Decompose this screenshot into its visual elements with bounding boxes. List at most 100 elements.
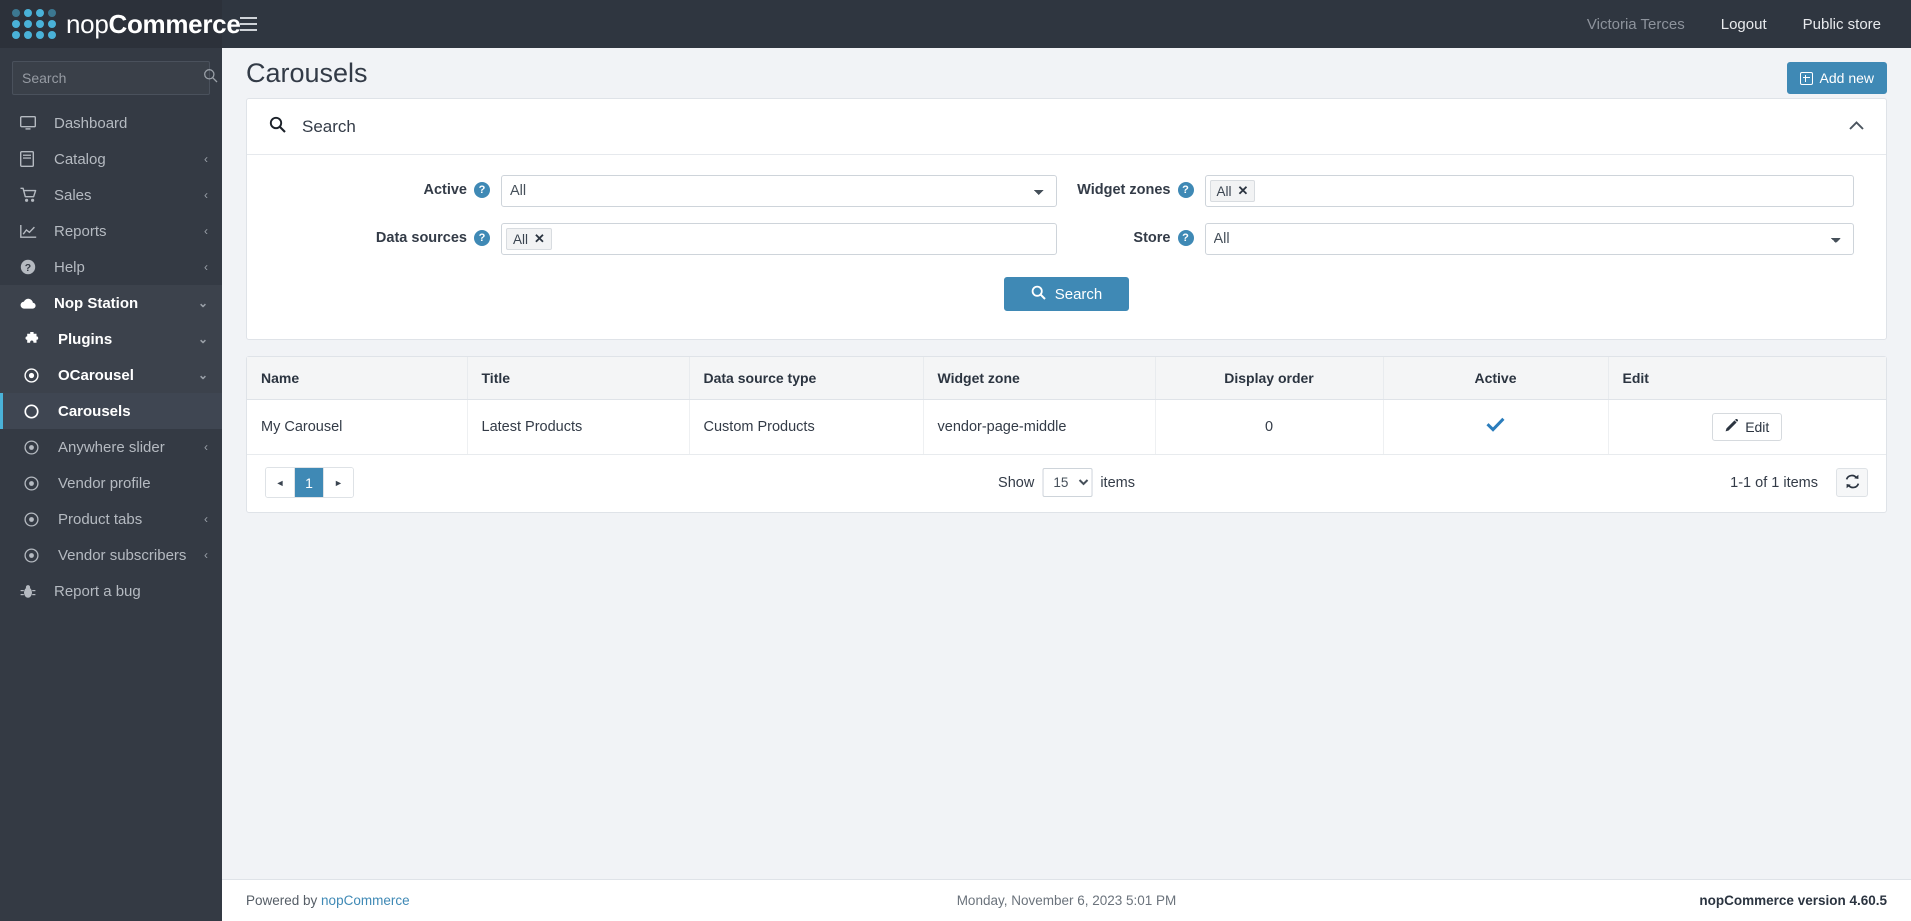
cell-title: Latest Products xyxy=(467,399,690,455)
token[interactable]: All ✕ xyxy=(1209,180,1256,202)
chevron-icon: ‹ xyxy=(204,260,208,274)
sidebar-item-label: Dashboard xyxy=(54,114,128,132)
nopcommerce-link[interactable]: nopCommerce xyxy=(321,893,410,908)
chevron-down-icon: ⌄ xyxy=(197,368,208,382)
search-panel-body: Active ? All Widget zones ? All ✕ Data s… xyxy=(247,155,1886,339)
public-store-link[interactable]: Public store xyxy=(1803,16,1881,33)
chevron-icon: ‹ xyxy=(204,440,208,454)
sidebar-item-reports[interactable]: Reports ‹ xyxy=(0,213,222,249)
cell-name: My Carousel xyxy=(247,399,468,455)
page-size-select[interactable]: 15 xyxy=(1042,468,1093,497)
sidebar-nav: Dashboard Catalog ‹ Sales ‹ Reports ‹ ? … xyxy=(0,105,222,609)
cell-active xyxy=(1383,399,1609,455)
col-display-order: Display order xyxy=(1155,357,1384,400)
chevron-down-icon: ⌄ xyxy=(197,296,208,310)
col-edit: Edit xyxy=(1608,357,1886,400)
search-icon xyxy=(203,68,218,88)
sidebar-search[interactable] xyxy=(12,61,218,95)
sidebar-item-label: Nop Station xyxy=(54,294,139,312)
circle-icon xyxy=(24,403,46,419)
sidebar-item-product-tabs[interactable]: Product tabs ‹ xyxy=(0,501,222,537)
sidebar-item-label: OCarousel xyxy=(58,366,134,384)
store-select[interactable]: All xyxy=(1204,223,1854,255)
sidebar-item-label: Vendor profile xyxy=(58,474,151,492)
content-area: Search Active ? All Widget zones ? All ✕… xyxy=(222,98,1911,513)
active-select[interactable]: All xyxy=(501,175,1057,207)
pencil-icon xyxy=(1725,418,1739,435)
sidebar-item-nop-station[interactable]: Nop Station ⌄ xyxy=(0,285,222,321)
check-icon xyxy=(1486,416,1505,437)
sidebar-item-anywhere-slider[interactable]: Anywhere slider ‹ xyxy=(0,429,222,465)
sidebar-item-carousels[interactable]: Carousels xyxy=(0,393,222,429)
sidebar-item-vendor-profile[interactable]: Vendor profile xyxy=(0,465,222,501)
help-icon[interactable]: ? xyxy=(1177,182,1194,198)
pagination-next[interactable]: ► xyxy=(324,468,353,497)
search-icon xyxy=(1031,285,1046,304)
edit-button[interactable]: Edit xyxy=(1712,413,1783,441)
filter-row-1: Active ? All Widget zones ? All ✕ xyxy=(269,175,1864,223)
filter-store: Store ? All xyxy=(1067,223,1865,271)
radio-dot-icon xyxy=(24,511,46,527)
pagination-page-1[interactable]: 1 xyxy=(295,468,324,497)
sidebar-item-sales[interactable]: Sales ‹ xyxy=(0,177,222,213)
table-body: My Carousel Latest Products Custom Produ… xyxy=(247,399,1886,455)
carousels-grid-card: Name Title Data source type Widget zone … xyxy=(246,356,1887,513)
footer-version: nopCommerce version 4.60.5 xyxy=(1699,893,1887,908)
sidebar-item-help[interactable]: ? Help ‹ xyxy=(0,249,222,285)
radio-dot-icon xyxy=(24,475,46,491)
brand-logo[interactable]: nopCommerce xyxy=(0,0,241,48)
brand-name-light: nop xyxy=(66,9,109,39)
help-icon[interactable]: ? xyxy=(1177,230,1194,246)
logout-link[interactable]: Logout xyxy=(1721,16,1767,33)
page-title: Carousels xyxy=(246,57,368,88)
help-icon[interactable]: ? xyxy=(474,230,490,246)
question-circle-icon: ? xyxy=(20,259,42,275)
refresh-button[interactable] xyxy=(1836,468,1868,497)
help-icon[interactable]: ? xyxy=(474,182,490,198)
token[interactable]: All ✕ xyxy=(506,228,552,250)
search-panel: Search Active ? All Widget zones ? All ✕… xyxy=(246,98,1887,340)
sidebar-item-catalog[interactable]: Catalog ‹ xyxy=(0,141,222,177)
footer-powered-by: Powered by nopCommerce xyxy=(246,893,410,908)
pagination: ◄ 1 ► xyxy=(265,467,354,498)
filter-widget-zones-control: All ✕ xyxy=(1204,175,1854,207)
filter-widget-zones-label: Widget zones ? xyxy=(1067,175,1205,198)
sidebar-item-plugins[interactable]: Plugins ⌄ xyxy=(0,321,222,357)
filter-data-sources: Data sources ? All ✕ xyxy=(269,223,1067,271)
cell-widget-zone: vendor-page-middle xyxy=(923,399,1156,455)
table-head: Name Title Data source type Widget zone … xyxy=(247,357,1886,400)
chevron-icon: ‹ xyxy=(204,224,208,238)
remove-token-icon[interactable]: ✕ xyxy=(1238,183,1249,199)
chevron-up-icon[interactable] xyxy=(1849,117,1864,135)
sidebar-item-label: Anywhere slider xyxy=(58,438,165,456)
search-panel-header[interactable]: Search xyxy=(247,99,1886,155)
items-label: items xyxy=(1100,474,1135,491)
hamburger-icon[interactable] xyxy=(222,0,274,48)
sidebar-item-report-a-bug[interactable]: Report a bug xyxy=(0,573,222,609)
chevron-icon: ‹ xyxy=(204,512,208,526)
search-button[interactable]: Search xyxy=(1003,277,1130,311)
add-new-button[interactable]: Add new xyxy=(1786,62,1887,94)
widget-zones-tokenbox[interactable]: All ✕ xyxy=(1204,175,1854,207)
page-header: Carousels Add new xyxy=(222,48,1911,98)
cloud-icon xyxy=(20,297,42,310)
top-bar: nopCommerce Victoria Terces Logout Publi… xyxy=(0,0,1911,48)
sidebar-item-dashboard[interactable]: Dashboard xyxy=(0,105,222,141)
sidebar-item-ocarousel[interactable]: OCarousel ⌄ xyxy=(0,357,222,393)
radio-dot-icon xyxy=(24,547,46,563)
sidebar-item-label: Report a bug xyxy=(54,582,141,600)
sidebar-item-label: Product tabs xyxy=(58,510,143,528)
sidebar-item-vendor-subscribers[interactable]: Vendor subscribers ‹ xyxy=(0,537,222,573)
add-new-label: Add new xyxy=(1819,70,1874,86)
table-row[interactable]: My Carousel Latest Products Custom Produ… xyxy=(247,399,1886,455)
monitor-icon xyxy=(20,115,42,131)
current-user-name: Victoria Terces xyxy=(1586,15,1685,33)
filter-active: Active ? All xyxy=(269,175,1067,223)
search-input[interactable] xyxy=(22,70,203,86)
remove-token-icon[interactable]: ✕ xyxy=(534,231,545,247)
radio-dot-icon xyxy=(24,439,46,455)
pagination-prev[interactable]: ◄ xyxy=(266,468,295,497)
col-title: Title xyxy=(467,357,690,400)
col-active: Active xyxy=(1383,357,1609,400)
data-sources-tokenbox[interactable]: All ✕ xyxy=(501,223,1057,255)
